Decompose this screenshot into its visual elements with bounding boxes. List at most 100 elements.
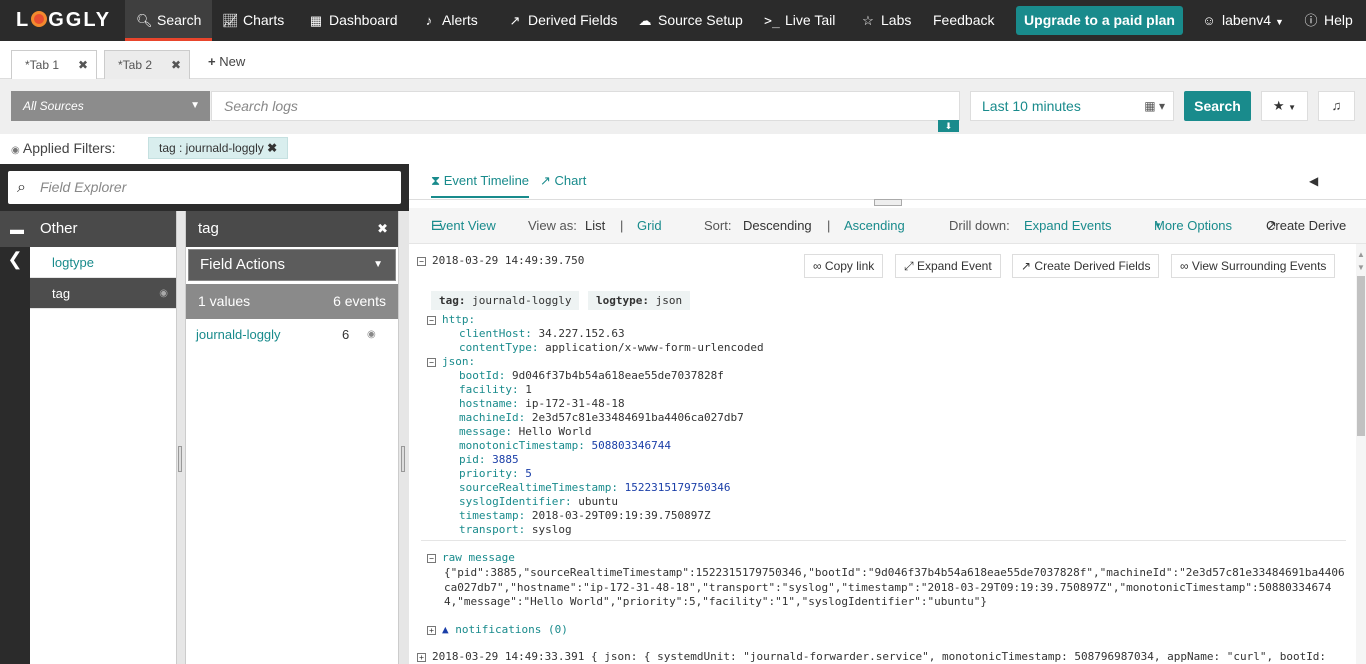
field-detail-column: tag ✖ Field Actions ▼ 1 values 6 events jou… (186, 211, 398, 664)
field-explorer-panel: ⌕ Field Explorer ▬ Other ❮ logtype tag ◉ ta… (0, 164, 409, 664)
event-row-collapsed[interactable]: +2018-03-29 14:49:33.391 { json: { syste… (417, 650, 1326, 663)
field-explorer-input[interactable]: ⌕ Field Explorer (8, 171, 401, 204)
field-detail-header: tag ✖ (186, 211, 398, 247)
new-tab-button[interactable]: + New (208, 54, 245, 69)
nav-source-setup[interactable]: ☁ Source Setup (637, 0, 743, 41)
view-grid-button[interactable]: Grid (637, 208, 662, 244)
expand-events-button[interactable]: Expand Events (1024, 208, 1111, 244)
tab-chart[interactable]: ↗ Chart (540, 164, 586, 198)
help-link[interactable]: ⓘ Help (1303, 0, 1352, 41)
field-group-header[interactable]: ▬ Other (0, 211, 176, 247)
plus-icon: + (208, 54, 216, 69)
tab-1[interactable]: *Tab 1 ✖ (11, 50, 97, 79)
column-splitter[interactable] (176, 211, 186, 664)
field-item-tag[interactable]: tag ◉ (30, 278, 176, 309)
nav-derived-fields[interactable]: ↗ Derived Fields (507, 0, 618, 41)
scrollbar-thumb[interactable] (1357, 276, 1365, 436)
favorites-button[interactable]: ★ ▼ (1261, 91, 1308, 121)
star-icon: ★ (1272, 98, 1285, 113)
user-menu[interactable]: ☺ labenv4 ▼ (1201, 0, 1284, 41)
collapse-toggle-icon[interactable]: − (427, 554, 436, 563)
expand-toggle-icon[interactable]: + (417, 653, 426, 662)
close-icon[interactable]: ✖ (171, 51, 181, 79)
expand-icon: ⤢ (904, 259, 914, 273)
copy-link-button[interactable]: ∞ Copy link (804, 254, 884, 278)
time-range-picker[interactable]: Last 10 minutes ▦ ▾ (970, 91, 1174, 121)
bell-icon: ♫ (1331, 98, 1342, 113)
divider: | (827, 218, 831, 233)
sort-ascending-button[interactable]: Ascending (844, 208, 905, 244)
back-button[interactable]: ❮ (0, 247, 30, 664)
view-as-label: View as: (528, 218, 577, 233)
nav-search[interactable]: 🔍︎ Search (125, 0, 212, 41)
close-icon[interactable]: ✖ (78, 51, 88, 79)
notifications-toggle[interactable]: + ▲ notifications (0) (427, 623, 568, 636)
nav-labs[interactable]: ☆ Labs (860, 0, 911, 41)
search-icon: ⌕ (17, 179, 26, 196)
field-value-row[interactable]: journald-loggly 6 ◉ (186, 320, 398, 350)
field-list-column: ▬ Other ❮ logtype tag ◉ (0, 211, 176, 664)
sort-descending-button[interactable]: Descending (743, 208, 812, 244)
nav-charts[interactable]: 📈︎ Charts (222, 0, 284, 41)
link-icon: ∞ (813, 259, 822, 273)
field-explorer-header: ⌕ Field Explorer (0, 164, 409, 211)
chart-icon: ↗ (540, 173, 551, 188)
tab-bar: *Tab 1 ✖ *Tab 2 ✖ + New (0, 41, 1366, 79)
filter-chip[interactable]: tag : journald-loggly ✖ (148, 137, 289, 159)
close-icon[interactable]: ✖ (377, 211, 388, 247)
nav-feedback[interactable]: Feedback (933, 0, 994, 41)
view-tabs: ⧗ Event Timeline ↗ Chart ◀ (409, 164, 1366, 200)
search-row: All Sources ▼ Search logs ⬇︎ Last 10 minu… (0, 79, 1366, 134)
search-button[interactable]: Search (1184, 91, 1251, 121)
field-item-logtype[interactable]: logtype (30, 247, 176, 278)
drill-down-label: Drill down: (949, 218, 1010, 233)
scroll-up-icon[interactable]: ▲ (1357, 250, 1365, 259)
binoculars-icon: ∞ (1180, 259, 1189, 273)
expand-toggle-icon[interactable]: + (427, 626, 436, 635)
chart-icon: 📈︎ (222, 13, 239, 28)
upgrade-button[interactable]: Upgrade to a paid plan (1016, 6, 1183, 35)
nav-live-tail[interactable]: >_ Live Tail (764, 0, 835, 41)
chevron-left-icon: ❮ (7, 249, 23, 269)
field-actions-dropdown[interactable]: Field Actions ▼ (188, 249, 396, 281)
collapse-icon[interactable]: ◀ (1309, 174, 1318, 188)
calendar-icon: ▦ ▾ (1144, 99, 1165, 113)
view-surrounding-events-button[interactable]: ∞ View Surrounding Events (1171, 254, 1336, 278)
view-list-button[interactable]: List (585, 208, 605, 244)
applied-filters-bar: ◉ Applied Filters: tag : journald-loggly… (0, 134, 1366, 164)
folder-icon: ▬ (10, 221, 24, 237)
values-header: 1 values 6 events (186, 284, 398, 319)
sources-dropdown[interactable]: All Sources ▼ (11, 91, 210, 121)
bell-button[interactable]: ♫ (1318, 91, 1355, 121)
raw-message: − raw message {"pid":3885,"sourceRealtime… (427, 551, 1352, 608)
remove-filter-icon[interactable]: ✖ (267, 141, 277, 155)
nav-alerts[interactable]: ♪ Alerts (421, 0, 478, 41)
expand-event-button[interactable]: ⤢ Expand Event (895, 254, 1001, 278)
divider: | (620, 218, 624, 233)
scroll-down-icon[interactable]: ▼ (1357, 263, 1365, 272)
loggly-logo[interactable]: L GGLY (16, 9, 111, 32)
eye-icon[interactable]: ◉ (159, 278, 168, 309)
lightbulb-icon: ☆ (862, 13, 874, 28)
expand-search-icon[interactable]: ⬇︎ (938, 120, 959, 132)
sort-label: Sort: (704, 218, 732, 233)
splitter-grip[interactable] (401, 446, 405, 472)
create-derived-fields-button[interactable]: ↗ Create Derived Fields (1012, 254, 1160, 278)
splitter-grip[interactable] (178, 446, 182, 472)
caret-icon: ▼ (1154, 221, 1162, 230)
hourglass-icon: ⧗ (431, 173, 441, 188)
raw-message-toggle[interactable]: − raw message (427, 551, 1352, 565)
chevron-down-icon: ▼ (373, 259, 383, 270)
eye-icon[interactable]: ◉ (367, 320, 376, 350)
panel-splitter[interactable] (398, 211, 409, 664)
nav-dashboard[interactable]: ▦ Dashboard (308, 0, 398, 41)
chevron-down-icon: ▼ (1274, 17, 1284, 27)
warning-icon: ▲ (442, 623, 449, 636)
collapse-toggle-icon[interactable]: − (417, 257, 426, 266)
tab-2[interactable]: *Tab 2 ✖ (104, 50, 190, 79)
raw-message-text: {"pid":3885,"sourceRealtimeTimestamp":15… (444, 566, 1345, 608)
json-card-border (421, 296, 1346, 541)
search-input[interactable]: Search logs (211, 91, 960, 121)
tab-event-timeline[interactable]: ⧗ Event Timeline (431, 164, 530, 198)
timeline-resize-handle[interactable] (874, 199, 902, 206)
